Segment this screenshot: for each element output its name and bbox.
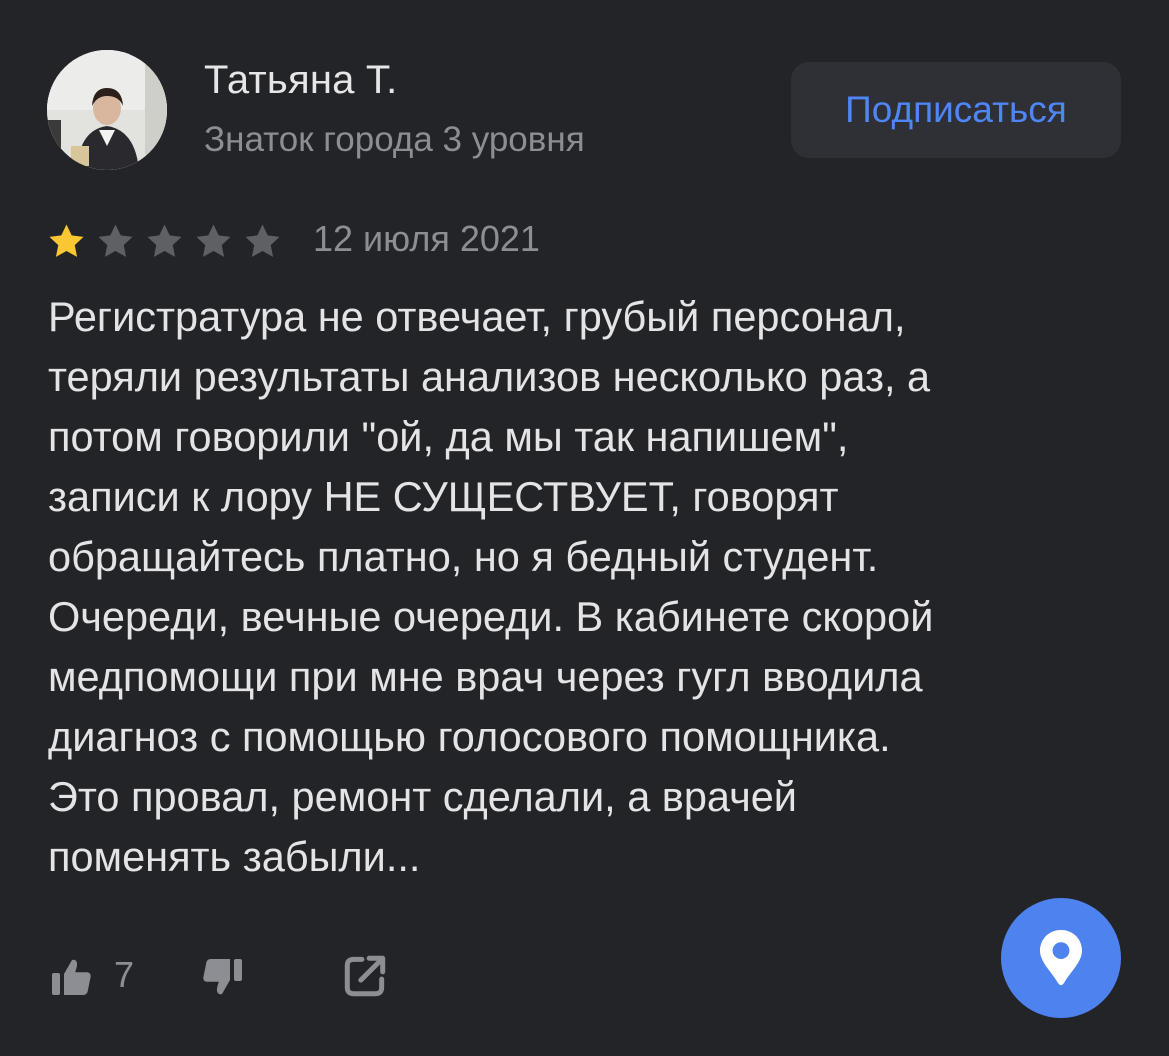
star-empty-icon — [196, 224, 231, 257]
review-card: Татьяна Т. Знаток города 3 уровня Подпис… — [0, 0, 1169, 1056]
thumbs-down-icon[interactable] — [198, 953, 246, 1001]
star-filled-icon — [49, 224, 84, 257]
share-icon[interactable] — [340, 951, 390, 1001]
like-count: 7 — [114, 954, 135, 995]
star-empty-icon — [245, 224, 280, 257]
author-avatar[interactable] — [47, 50, 167, 170]
review-text: Регистратура не отвечает, грубый персона… — [48, 293, 934, 880]
author-name[interactable]: Татьяна Т. — [204, 58, 397, 103]
map-pin-icon — [1040, 930, 1082, 986]
star-rating — [45, 220, 284, 263]
star-empty-icon — [147, 224, 182, 257]
review-date: 12 июля 2021 — [313, 218, 540, 259]
author-level: Знаток города 3 уровня — [204, 120, 585, 159]
star-empty-icon — [98, 224, 133, 257]
map-pin-button[interactable] — [1001, 898, 1121, 1018]
thumbs-up-icon[interactable] — [48, 953, 96, 1001]
user-photo-icon — [47, 50, 167, 170]
subscribe-button[interactable]: Подписаться — [791, 62, 1121, 158]
